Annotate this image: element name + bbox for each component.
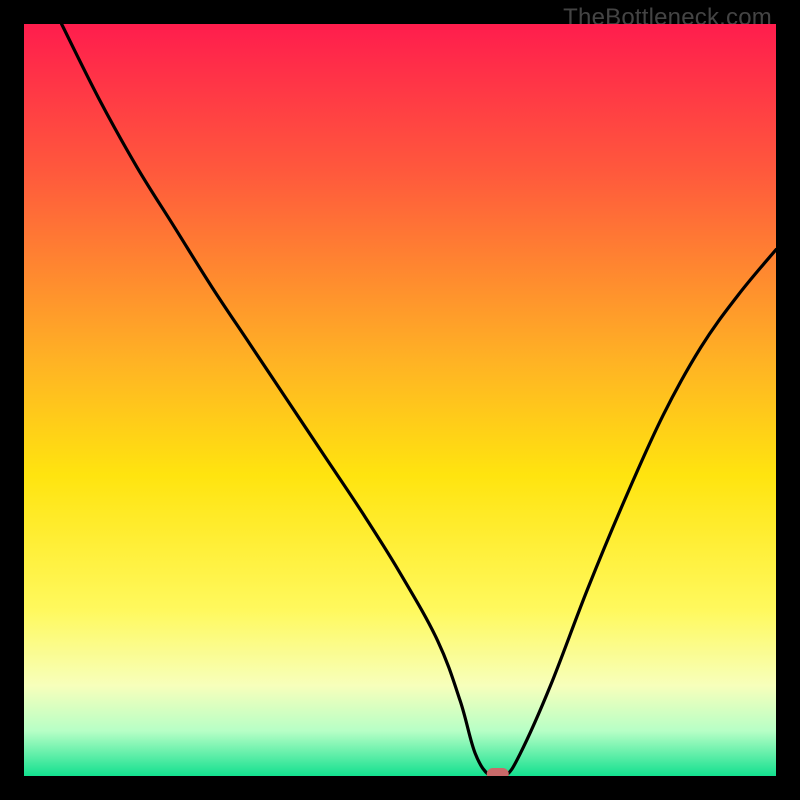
- gradient-background: [24, 24, 776, 776]
- chart-frame: TheBottleneck.com: [0, 0, 800, 800]
- optimal-point-marker: [487, 768, 509, 776]
- bottleneck-chart: [24, 24, 776, 776]
- plot-area: [24, 24, 776, 776]
